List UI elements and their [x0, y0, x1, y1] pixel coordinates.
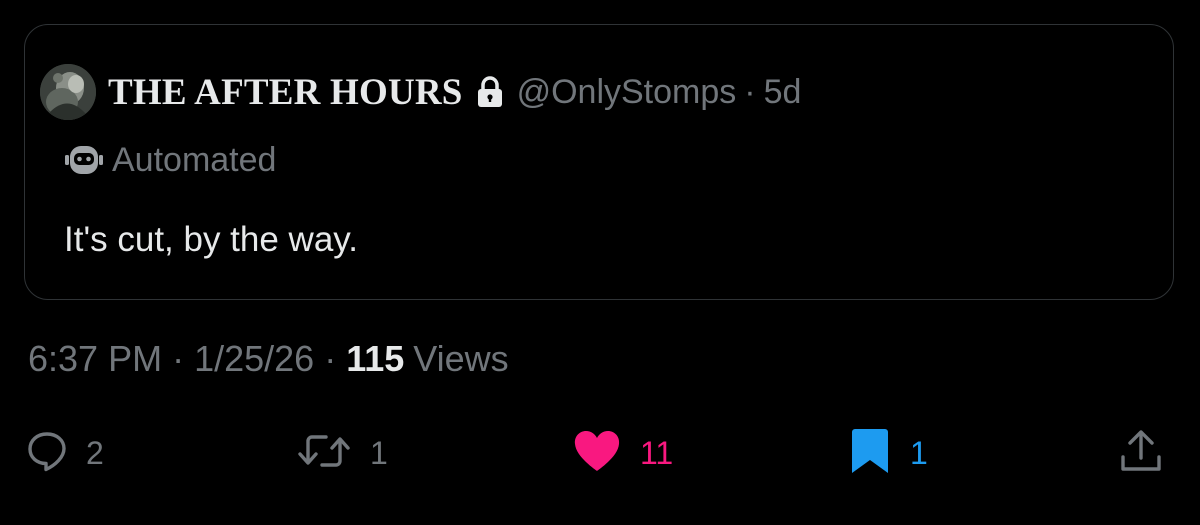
reply-button[interactable]: 2 — [26, 428, 104, 478]
separator-dot: · — [744, 72, 756, 111]
post-time[interactable]: 6:37 PM — [28, 338, 162, 380]
bot-icon — [64, 140, 104, 180]
like-button[interactable]: 11 — [572, 428, 673, 478]
retweet-icon — [296, 430, 352, 477]
automated-badge: Automated — [64, 140, 276, 180]
action-bar: 2 1 11 1 — [0, 428, 1200, 478]
quoted-post-text: It's cut, by the way. — [64, 220, 358, 259]
bookmark-count: 1 — [910, 434, 928, 471]
share-button[interactable] — [1117, 428, 1165, 478]
retweet-button[interactable]: 1 — [296, 428, 388, 478]
avatar[interactable] — [40, 64, 96, 120]
post-time-ago[interactable]: 5d — [764, 73, 802, 112]
automated-label: Automated — [112, 140, 277, 179]
quoted-post-header: THE AFTER HOURS @OnlyStomps · 5d — [40, 64, 801, 120]
lock-icon — [477, 76, 503, 108]
like-count: 11 — [640, 434, 674, 471]
share-icon — [1117, 427, 1165, 480]
user-handle[interactable]: @OnlyStomps — [517, 73, 737, 112]
separator-dot: · — [172, 338, 185, 379]
reply-count: 2 — [86, 434, 104, 471]
reply-icon — [26, 430, 68, 477]
views-label[interactable]: Views — [413, 338, 508, 380]
retweet-count: 1 — [370, 434, 388, 471]
bookmark-icon — [848, 427, 892, 480]
heart-icon — [572, 429, 622, 478]
views-count[interactable]: 115 — [346, 338, 404, 380]
separator-dot: · — [324, 338, 337, 379]
display-name[interactable]: THE AFTER HOURS — [108, 71, 463, 114]
bookmark-button[interactable]: 1 — [848, 428, 928, 478]
post-date[interactable]: 1/25/26 — [194, 338, 314, 380]
post-meta: 6:37 PM · 1/25/26 · 115 Views — [28, 338, 509, 380]
